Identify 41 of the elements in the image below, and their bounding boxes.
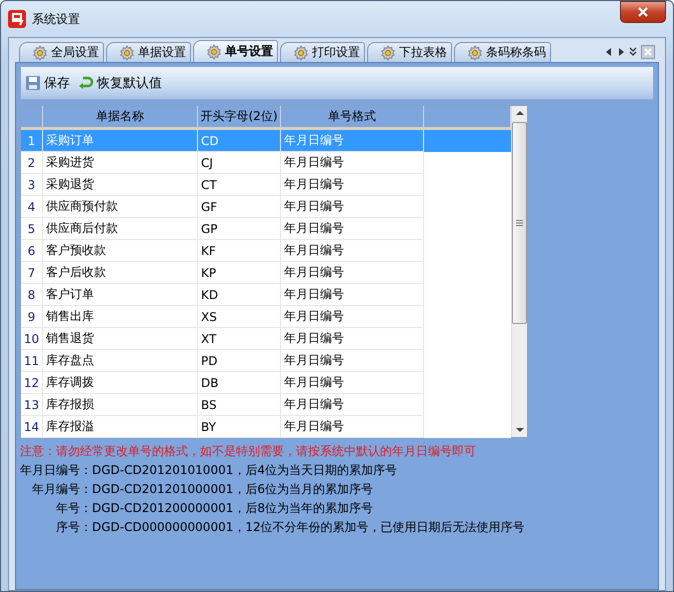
- gear-icon: [380, 44, 396, 60]
- save-button[interactable]: 保存: [25, 74, 70, 92]
- format-label: 序号：: [56, 519, 92, 536]
- settings-tab[interactable]: 条码称条码: [454, 42, 551, 62]
- restore-defaults-button[interactable]: 恢复默认值: [78, 74, 162, 92]
- gear-icon: [119, 44, 135, 60]
- app-logo-icon: [8, 10, 26, 28]
- table-row[interactable]: 14 库存报溢 BY 年月日编号: [21, 416, 511, 438]
- format-description: DGD-CD000000000001，12位不分年份的累加号，已使用日期后无法使用序号: [92, 519, 526, 536]
- gear-icon: [206, 44, 222, 60]
- format-description: DGD-CD201201010001，后4位为当天日期的累加序号: [92, 462, 398, 479]
- gear-icon: [467, 44, 483, 60]
- settings-tab[interactable]: 全局设置: [19, 42, 104, 62]
- format-label: 年号：: [56, 500, 92, 517]
- column-header[interactable]: 单号格式: [281, 106, 424, 130]
- vertical-scrollbar[interactable]: [511, 106, 527, 437]
- format-label: 年月编号：: [32, 481, 92, 498]
- settings-tab[interactable]: 单据设置: [106, 42, 191, 62]
- settings-tab[interactable]: 打印设置: [280, 42, 365, 62]
- settings-tab[interactable]: 下拉表格: [367, 42, 452, 62]
- table-cell[interactable]: 年月日编号: [281, 416, 424, 438]
- scrollbar-thumb[interactable]: [512, 122, 527, 324]
- format-description: DGD-CD201201000001，后6位为当月的累加序号: [92, 481, 374, 498]
- column-header[interactable]: 单据名称: [43, 106, 198, 130]
- window-title: 系统设置: [32, 10, 81, 28]
- table-cell[interactable]: BY: [198, 416, 281, 438]
- column-header[interactable]: 开头字母(2位): [198, 106, 281, 130]
- format-label: 年月日编号：: [20, 462, 92, 479]
- tab-list-icon[interactable]: [629, 47, 637, 57]
- undo-arrow-icon: [78, 75, 94, 91]
- row-number: 14: [21, 416, 43, 438]
- gear-icon: [293, 44, 309, 60]
- settings-tab[interactable]: 单号设置: [193, 40, 278, 62]
- gear-icon: [32, 44, 48, 60]
- warning-text: 注意：请勿经常更改单号的格式，如不是特别需要，请按系统中默认的年月日编号即可: [20, 443, 477, 460]
- format-description: DGD-CD201200000001，后8位为当年的累加序号: [92, 500, 374, 517]
- table-cell[interactable]: 库存报溢: [43, 416, 198, 438]
- scroll-right-icon[interactable]: [617, 47, 625, 57]
- close-icon[interactable]: [637, 7, 649, 17]
- scroll-left-icon[interactable]: [605, 47, 613, 57]
- close-button[interactable]: [620, 1, 666, 23]
